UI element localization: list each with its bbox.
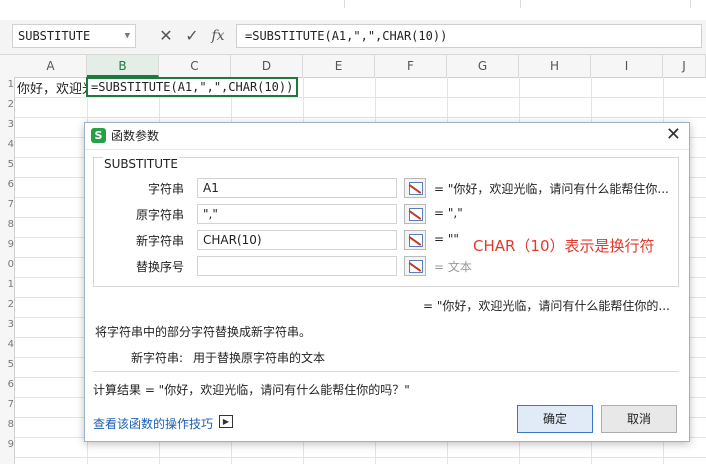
chevron-down-icon[interactable]: ▼ bbox=[125, 25, 130, 47]
arguments-group: SUBSTITUTE 字符串 A1 = "你好，欢迎光临，请问有什么能帮住你..… bbox=[93, 157, 679, 287]
range-select-button[interactable] bbox=[404, 256, 426, 276]
row-header[interactable]: 9 bbox=[0, 239, 14, 250]
formula-bar: SUBSTITUTE ▼ ✕ ✓ fx =SUBSTITUTE(A1,",",C… bbox=[0, 20, 706, 55]
row-header[interactable]: 5 bbox=[0, 359, 14, 370]
function-description: 将字符串中的部分字符替换成新字符串。 bbox=[95, 325, 312, 339]
range-select-icon bbox=[409, 208, 423, 221]
param-result-instance-num: = 文本 bbox=[434, 260, 472, 274]
grid-line bbox=[15, 97, 706, 98]
dialog-title-bar[interactable]: S 函数参数 ✕ bbox=[85, 123, 689, 150]
row-header[interactable]: 2 bbox=[0, 299, 14, 310]
param-input-text[interactable]: A1 bbox=[197, 178, 397, 198]
top-toolbar-strip bbox=[0, 0, 706, 21]
column-header-j[interactable]: J bbox=[663, 55, 706, 77]
row-header[interactable]: 3 bbox=[0, 119, 14, 130]
row-header[interactable]: 9 bbox=[0, 439, 14, 450]
row-header[interactable]: 8 bbox=[0, 219, 14, 230]
cancel-formula-icon[interactable]: ✕ bbox=[155, 25, 177, 47]
dialog-title: 函数参数 bbox=[111, 129, 160, 143]
formula-input[interactable]: =SUBSTITUTE(A1,",",CHAR(10)) bbox=[236, 24, 702, 48]
function-arguments-dialog: S 函数参数 ✕ SUBSTITUTE 字符串 A1 = "你好，欢迎光临，请问… bbox=[84, 122, 690, 442]
range-select-button[interactable] bbox=[404, 230, 426, 250]
row-header[interactable]: 8 bbox=[0, 419, 14, 430]
cancel-button[interactable]: 取消 bbox=[601, 405, 677, 433]
row-headers: 1 2 3 4 5 6 7 8 9 0 1 2 3 4 5 6 7 8 9 bbox=[0, 77, 15, 464]
ok-button[interactable]: 确定 bbox=[517, 405, 593, 433]
param-input-instance-num[interactable] bbox=[197, 256, 397, 276]
param-result-text: = "你好，欢迎光临，请问有什么能帮住你... bbox=[434, 182, 669, 196]
video-play-icon[interactable]: ▶ bbox=[219, 415, 233, 428]
help-link[interactable]: 查看该函数的操作技巧 bbox=[93, 415, 213, 432]
row-header[interactable]: 5 bbox=[0, 159, 14, 170]
column-header-c[interactable]: C bbox=[159, 55, 231, 77]
row-header[interactable]: 1 bbox=[0, 279, 14, 290]
function-name: SUBSTITUTE bbox=[103, 157, 179, 171]
range-select-icon bbox=[409, 234, 423, 247]
param-label-new-text: 新字符串 bbox=[135, 234, 184, 248]
param-description: 新字符串: 用于替换原字符串的文本 bbox=[131, 349, 325, 366]
param-result-old-text: = "," bbox=[434, 206, 463, 220]
close-icon[interactable]: ✕ bbox=[666, 124, 681, 145]
column-header-h[interactable]: H bbox=[519, 55, 591, 77]
column-headers: A B C D E F G H I J bbox=[0, 55, 706, 78]
param-description-label: 新字符串: bbox=[131, 351, 184, 365]
column-header-a[interactable]: A bbox=[15, 55, 87, 77]
param-description-text: 用于替换原字符串的文本 bbox=[193, 351, 326, 365]
toolbar-divider bbox=[520, 0, 521, 8]
param-label-instance-num: 替换序号 bbox=[135, 260, 184, 274]
insert-function-icon[interactable]: fx bbox=[207, 25, 229, 47]
red-annotation: CHAR（10）表示是换行符 bbox=[473, 237, 655, 255]
range-select-icon bbox=[409, 182, 423, 195]
row-header[interactable]: 7 bbox=[0, 199, 14, 210]
name-box-value: SUBSTITUTE bbox=[18, 29, 91, 43]
toolbar-divider bbox=[690, 0, 691, 8]
param-label-old-text: 原字符串 bbox=[135, 208, 184, 222]
row-header[interactable]: 6 bbox=[0, 179, 14, 190]
toolbar-divider bbox=[344, 0, 345, 8]
name-box[interactable]: SUBSTITUTE ▼ bbox=[12, 24, 136, 48]
divider bbox=[93, 371, 679, 372]
range-select-icon bbox=[409, 260, 423, 273]
range-select-button[interactable] bbox=[404, 178, 426, 198]
row-header[interactable]: 6 bbox=[0, 379, 14, 390]
row-header[interactable]: 0 bbox=[0, 259, 14, 270]
enter-formula-icon[interactable]: ✓ bbox=[181, 25, 203, 47]
cell-b1-editing[interactable]: =SUBSTITUTE(A1,",",CHAR(10)) bbox=[86, 77, 299, 97]
param-input-old-text[interactable]: "," bbox=[197, 204, 397, 224]
calculation-result: 计算结果 = "你好，欢迎光临，请问有什么能帮住你的吗？" bbox=[93, 383, 410, 397]
app-logo-icon: S bbox=[91, 128, 106, 143]
param-label-text: 字符串 bbox=[147, 182, 184, 196]
column-header-i[interactable]: I bbox=[591, 55, 663, 77]
column-header-b[interactable]: B bbox=[87, 55, 159, 77]
row-header[interactable]: 4 bbox=[0, 139, 14, 150]
column-header-d[interactable]: D bbox=[231, 55, 303, 77]
cell-a1[interactable]: 你好，欢迎光临，请问有什么能帮住你的吗？ bbox=[17, 78, 87, 97]
row-header[interactable]: 2 bbox=[0, 99, 14, 110]
row-header[interactable]: 1 bbox=[0, 79, 14, 90]
param-input-new-text[interactable]: CHAR(10) bbox=[197, 230, 397, 250]
column-header-g[interactable]: G bbox=[447, 55, 519, 77]
grid-line bbox=[15, 457, 706, 458]
column-header-f[interactable]: F bbox=[375, 55, 447, 77]
range-select-button[interactable] bbox=[404, 204, 426, 224]
row-header[interactable]: 4 bbox=[0, 339, 14, 350]
grid-line bbox=[15, 117, 706, 118]
column-header-e[interactable]: E bbox=[303, 55, 375, 77]
row-header[interactable]: 3 bbox=[0, 319, 14, 330]
formula-result: = "你好，欢迎光临，请问有什么能帮住你的... bbox=[423, 299, 670, 313]
row-header[interactable]: 7 bbox=[0, 399, 14, 410]
